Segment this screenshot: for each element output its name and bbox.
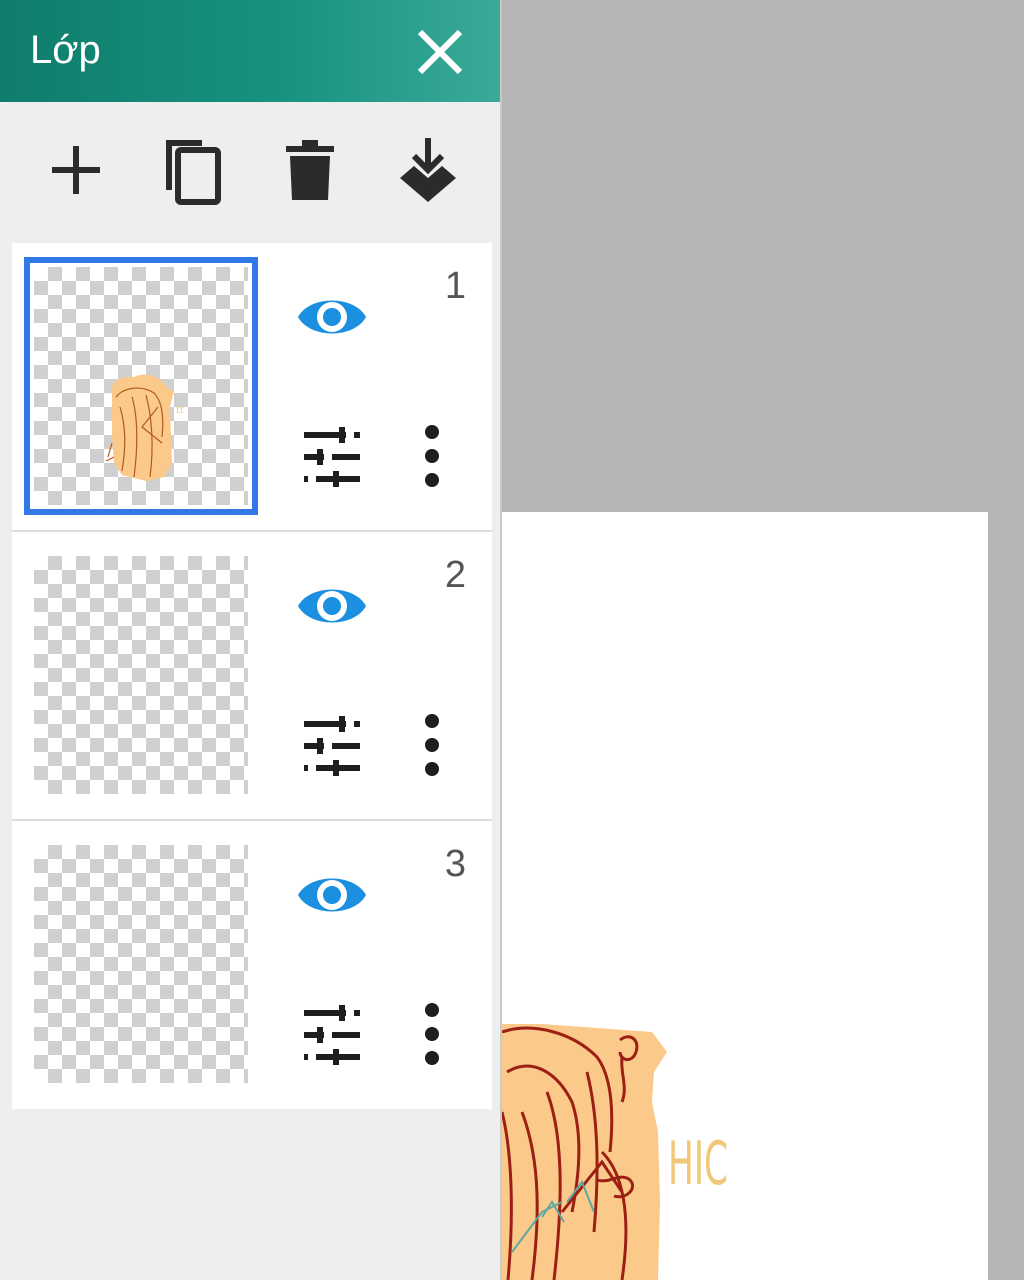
delete-layer-button[interactable]	[270, 130, 350, 210]
layer-number: 2	[444, 554, 466, 596]
layer-row[interactable]: 3	[12, 821, 492, 1109]
more-vertical-icon	[425, 1003, 439, 1065]
layer-visibility-toggle[interactable]	[296, 576, 368, 636]
more-vertical-icon	[425, 714, 439, 776]
copy-icon	[166, 140, 221, 205]
layer-thumbnail[interactable]	[34, 556, 248, 794]
panel-header: Lớp	[0, 0, 500, 102]
layer-list: tt 1 2 3	[12, 243, 492, 1109]
layer-number: 3	[444, 843, 466, 885]
layer-adjust-button[interactable]	[300, 425, 364, 489]
layer-more-button[interactable]	[412, 1001, 452, 1067]
layers-panel: Lớp tt 1 2 3	[0, 0, 502, 1280]
panel-title: Lớp	[30, 28, 101, 72]
layer-row[interactable]: tt 1	[12, 243, 492, 532]
more-vertical-icon	[425, 425, 439, 487]
layer-visibility-toggle[interactable]	[296, 287, 368, 347]
eye-icon	[298, 300, 366, 334]
svg-text:tt: tt	[176, 405, 184, 416]
canvas-partial-text: HIC	[668, 1129, 728, 1199]
layer-number: 1	[444, 265, 466, 307]
layer-thumbnail[interactable]: tt	[24, 257, 258, 515]
sliders-icon	[304, 716, 360, 776]
plus-icon	[52, 146, 100, 194]
close-button[interactable]	[410, 22, 470, 82]
canvas-paper[interactable]: HIC	[502, 512, 988, 1280]
canvas-artwork: HIC	[502, 1024, 728, 1280]
merge-down-icon	[400, 138, 456, 202]
duplicate-layer-button[interactable]	[150, 130, 230, 210]
eye-icon	[298, 878, 366, 912]
layer-visibility-toggle[interactable]	[296, 865, 368, 925]
merge-down-button[interactable]	[388, 130, 468, 210]
sliders-icon	[304, 1005, 360, 1065]
close-icon	[417, 29, 463, 75]
eye-icon	[298, 589, 366, 623]
layer-row[interactable]: 2	[12, 532, 492, 821]
layer-thumbnail-art: tt	[105, 374, 184, 481]
layer-thumbnail[interactable]	[34, 845, 248, 1083]
layer-adjust-button[interactable]	[300, 714, 364, 778]
drawing-canvas-area[interactable]: HIC	[502, 0, 1024, 1280]
layer-more-button[interactable]	[412, 712, 452, 778]
layer-adjust-button[interactable]	[300, 1003, 364, 1067]
trash-icon	[286, 140, 334, 200]
layer-more-button[interactable]	[412, 423, 452, 489]
layer-toolbar	[0, 102, 500, 240]
add-layer-button[interactable]	[36, 130, 116, 210]
sliders-icon	[304, 427, 360, 487]
